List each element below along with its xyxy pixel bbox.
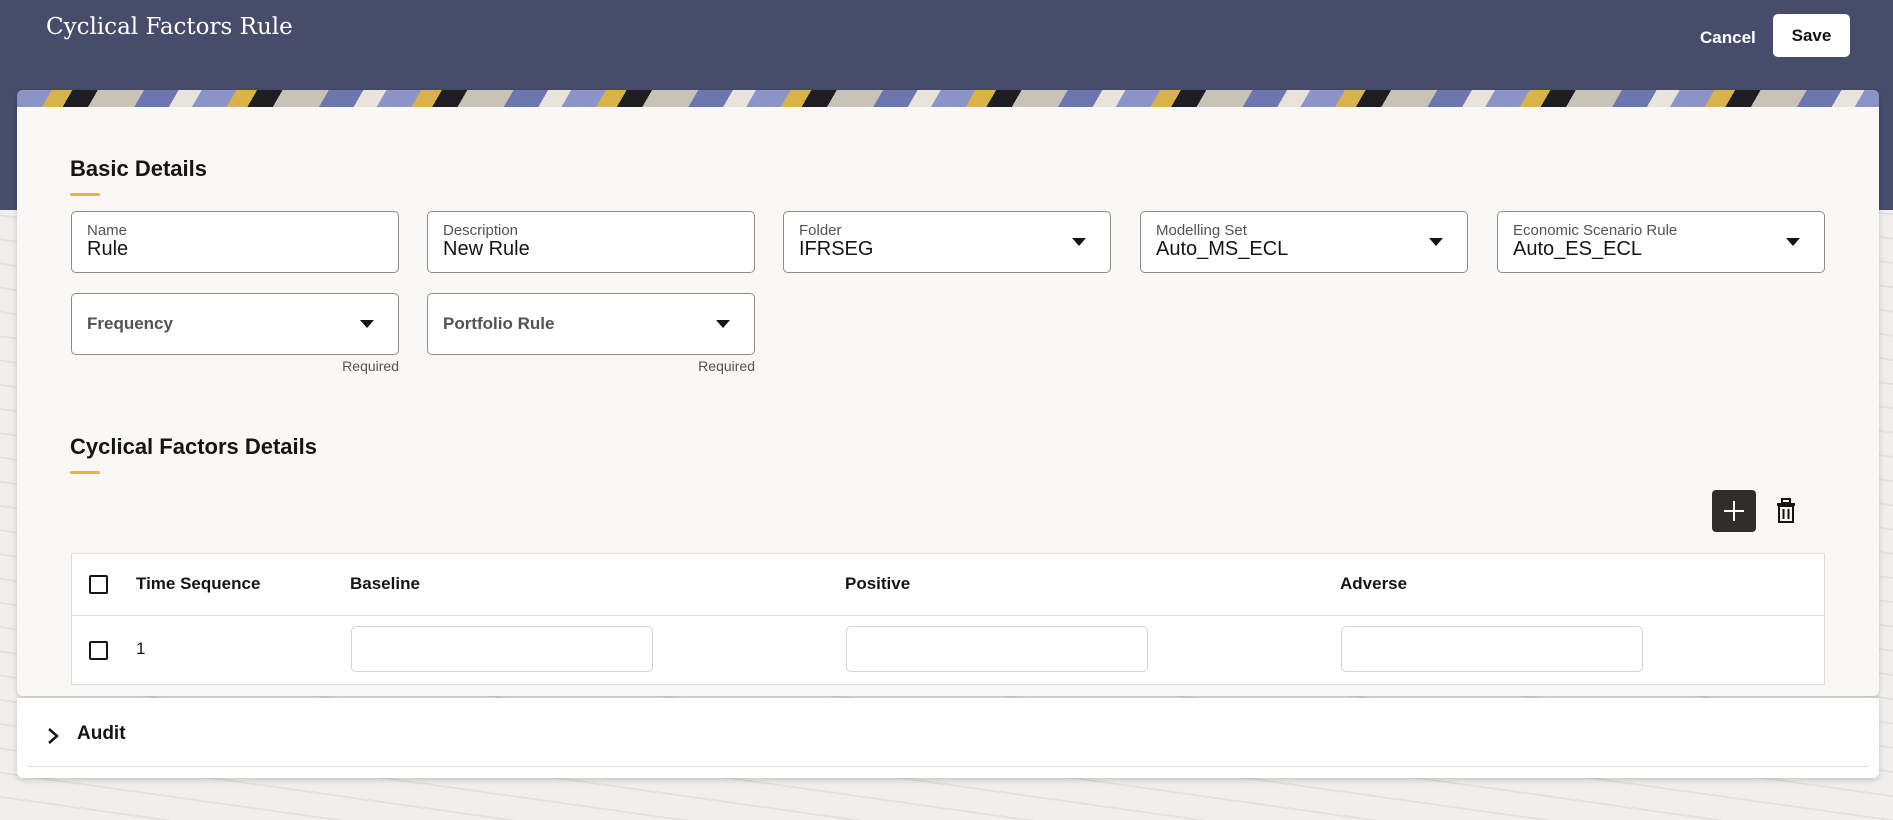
audit-section: Audit bbox=[17, 698, 1879, 778]
folder-value: IFRSEG bbox=[799, 238, 874, 260]
cyclical-details-title: Cyclical Factors Details bbox=[70, 434, 318, 459]
description-field[interactable]: Description New Rule bbox=[427, 211, 755, 273]
caret-down-icon[interactable] bbox=[360, 320, 374, 328]
description-label: Description bbox=[443, 222, 519, 239]
page-title: Cyclical Factors Rule bbox=[46, 14, 293, 40]
frequency-required-hint: Required bbox=[342, 358, 399, 374]
modelling-set-label: Modelling Set bbox=[1156, 222, 1247, 239]
name-label: Name bbox=[87, 222, 128, 239]
delete-row-button[interactable] bbox=[1770, 494, 1802, 528]
economic-scenario-rule-label: Economic Scenario Rule bbox=[1513, 222, 1678, 239]
economic-scenario-rule-select[interactable]: Economic Scenario Rule Auto_ES_ECL bbox=[1497, 211, 1825, 273]
column-header-positive: Positive bbox=[845, 574, 911, 593]
name-field[interactable]: Name Rule bbox=[71, 211, 399, 273]
column-header-time-sequence: Time Sequence bbox=[136, 574, 261, 593]
chevron-right-icon[interactable] bbox=[46, 726, 60, 746]
frequency-placeholder: Frequency bbox=[87, 314, 173, 333]
positive-input[interactable] bbox=[846, 626, 1148, 672]
select-all-checkbox[interactable] bbox=[89, 575, 108, 594]
divider bbox=[27, 766, 1869, 767]
baseline-input[interactable] bbox=[351, 626, 653, 672]
save-button[interactable]: Save bbox=[1773, 14, 1850, 57]
portfolio-rule-select[interactable]: Portfolio Rule bbox=[427, 293, 755, 355]
caret-down-icon[interactable] bbox=[716, 320, 730, 328]
portfolio-rule-required-hint: Required bbox=[698, 358, 755, 374]
decorative-banner bbox=[17, 90, 1879, 107]
time-sequence-cell: 1 bbox=[136, 639, 146, 658]
caret-down-icon[interactable] bbox=[1072, 238, 1086, 246]
table-row: 1 bbox=[72, 616, 1824, 685]
audit-toggle[interactable]: Audit bbox=[77, 723, 126, 745]
cancel-button[interactable]: Cancel bbox=[1688, 22, 1768, 54]
basic-details-title: Basic Details bbox=[70, 156, 207, 181]
section-underline bbox=[70, 193, 100, 196]
name-value: Rule bbox=[87, 238, 129, 260]
add-row-button[interactable] bbox=[1712, 490, 1756, 532]
frequency-select[interactable]: Frequency bbox=[71, 293, 399, 355]
section-underline bbox=[70, 471, 100, 474]
table-header-row: Time Sequence Baseline Positive Adverse bbox=[72, 554, 1824, 616]
caret-down-icon[interactable] bbox=[1786, 238, 1800, 246]
column-header-baseline: Baseline bbox=[350, 574, 420, 593]
portfolio-rule-placeholder: Portfolio Rule bbox=[443, 314, 555, 333]
modelling-set-value: Auto_MS_ECL bbox=[1156, 238, 1289, 260]
adverse-input[interactable] bbox=[1341, 626, 1643, 672]
row-select-checkbox[interactable] bbox=[89, 641, 108, 660]
modelling-set-select[interactable]: Modelling Set Auto_MS_ECL bbox=[1140, 211, 1468, 273]
caret-down-icon[interactable] bbox=[1429, 238, 1443, 246]
folder-select[interactable]: Folder IFRSEG bbox=[783, 211, 1111, 273]
folder-label: Folder bbox=[799, 222, 842, 239]
description-value: New Rule bbox=[443, 238, 530, 260]
cyclical-factors-table: Time Sequence Baseline Positive Adverse … bbox=[71, 553, 1825, 685]
trash-icon bbox=[1777, 498, 1795, 523]
column-header-adverse: Adverse bbox=[1340, 574, 1408, 593]
economic-scenario-rule-value: Auto_ES_ECL bbox=[1513, 238, 1642, 260]
